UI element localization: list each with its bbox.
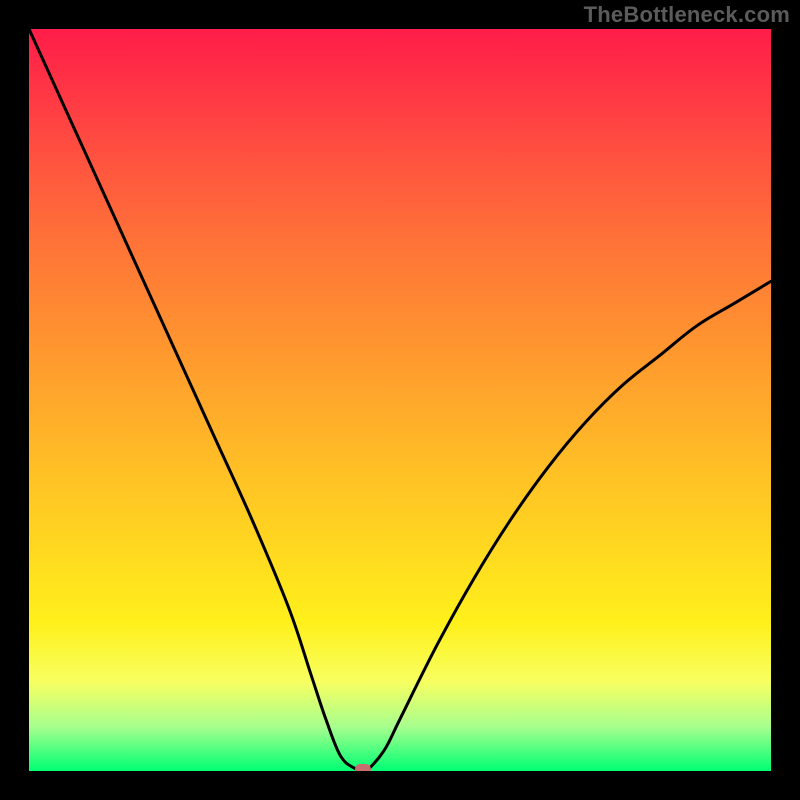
chart-frame: TheBottleneck.com	[0, 0, 800, 800]
watermark-text: TheBottleneck.com	[584, 2, 790, 28]
bottleneck-curve	[29, 29, 771, 771]
plot-area	[29, 29, 771, 771]
optimal-marker	[355, 764, 371, 771]
